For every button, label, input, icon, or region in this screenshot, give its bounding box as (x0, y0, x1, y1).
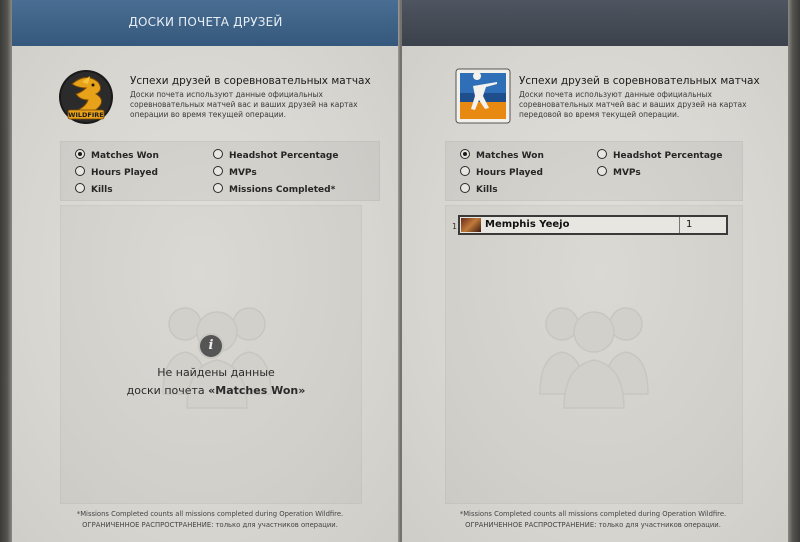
tab-friends-leaderboards[interactable]: ДОСКИ ПОЧЕТА ДРУЗЕЙ (12, 0, 399, 46)
header-description: Доски почета используют данные официальн… (519, 90, 747, 119)
radio-icon (597, 149, 607, 159)
option-mvps[interactable]: MVPs (597, 166, 641, 178)
right-stat-options: Matches Won Hours Played Kills Headshot … (445, 141, 743, 201)
info-icon: i (200, 335, 222, 357)
tab-bar-right (402, 0, 788, 46)
rank-number: 1 (452, 222, 458, 231)
option-mvps[interactable]: MVPs (213, 166, 257, 178)
header-title: Успехи друзей в соревновательных матчах (130, 75, 371, 87)
avatar (461, 218, 481, 232)
radio-icon (213, 149, 223, 159)
radio-icon (75, 183, 85, 193)
option-missions-completed[interactable]: Missions Completed* (213, 183, 335, 195)
option-hours-played[interactable]: Hours Played (75, 166, 158, 178)
header-description: Доски почета используют данные официальн… (130, 90, 358, 119)
svg-text:WILDFIRE: WILDFIRE (68, 111, 103, 119)
option-matches-won[interactable]: Matches Won (75, 149, 159, 161)
counter-strike-logo-icon (455, 68, 511, 124)
left-leaderboard-area: i Не найдены данные доски почета «Matche… (60, 205, 362, 504)
right-leaderboard-area (445, 205, 743, 504)
column-divider (679, 217, 680, 233)
radio-icon (213, 166, 223, 176)
radio-icon (460, 183, 470, 193)
tab-title: ДОСКИ ПОЧЕТА ДРУЗЕЙ (128, 15, 283, 29)
left-footnote: *Missions Completed counts all missions … (76, 510, 344, 529)
radio-icon (597, 166, 607, 176)
option-headshot-percentage[interactable]: Headshot Percentage (597, 149, 722, 161)
friends-silhouette-icon (539, 307, 649, 409)
left-stat-options: Matches Won Hours Played Kills Headshot … (60, 141, 380, 201)
book-edge-right (788, 0, 800, 542)
option-kills[interactable]: Kills (75, 183, 113, 195)
option-hours-played[interactable]: Hours Played (460, 166, 543, 178)
right-footnote: *Missions Completed counts all missions … (459, 510, 727, 529)
wildfire-logo-icon: WILDFIRE (52, 66, 120, 128)
option-headshot-percentage[interactable]: Headshot Percentage (213, 149, 338, 161)
radio-icon (460, 166, 470, 176)
radio-selected-icon (75, 149, 85, 159)
radio-selected-icon (460, 149, 470, 159)
header-title: Успехи друзей в соревновательных матчах (519, 75, 760, 87)
option-matches-won[interactable]: Matches Won (460, 149, 544, 161)
option-kills[interactable]: Kills (460, 183, 498, 195)
radio-icon (213, 183, 223, 193)
no-data-message: Не найдены данные доски почета «Matches … (126, 366, 306, 397)
player-name: Memphis Yeejo (485, 219, 570, 230)
leaderboard-row[interactable]: Memphis Yeejo 1 (458, 215, 728, 235)
player-score: 1 (686, 219, 693, 230)
book-edge-left (0, 0, 12, 542)
radio-icon (75, 166, 85, 176)
